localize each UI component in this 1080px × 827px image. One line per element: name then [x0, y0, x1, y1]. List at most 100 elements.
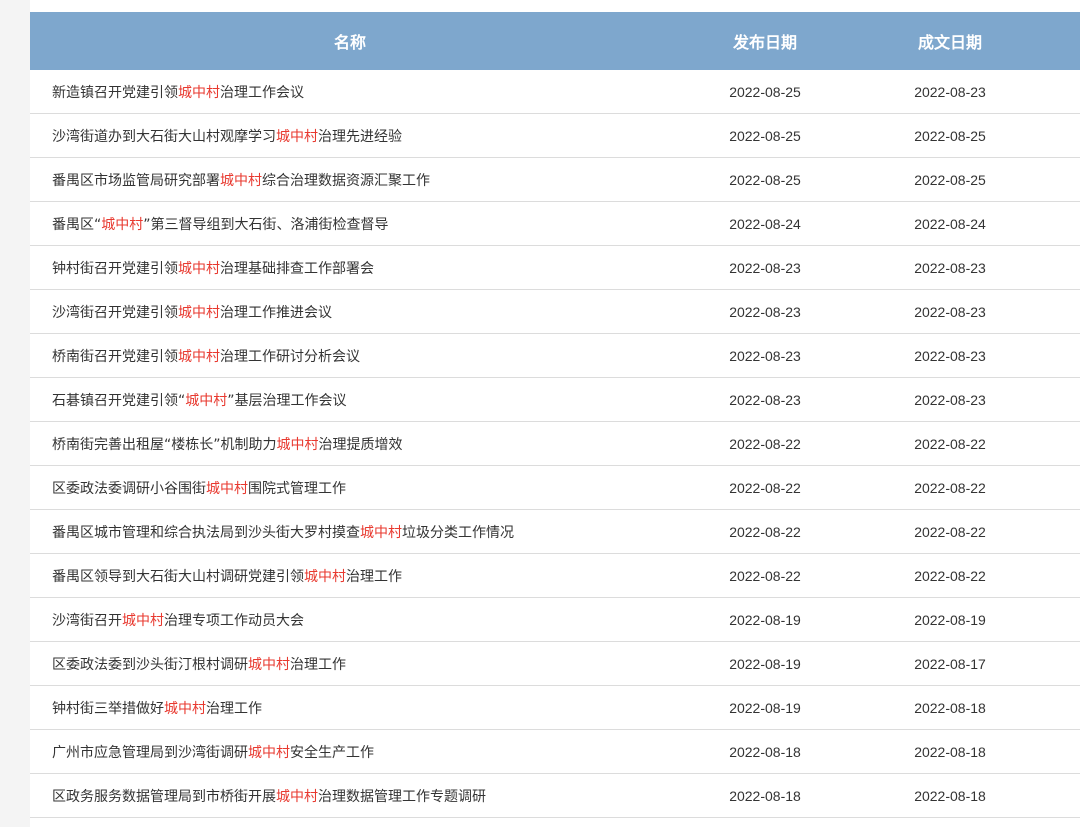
title-pre-text: 番禺区市场监管局研究部署	[52, 172, 220, 189]
row-written-date: 2022-08-25	[914, 171, 986, 188]
row-title: 桥南街完善出租屋“楼栋长”机制助力城中村治理提质增效	[30, 434, 670, 454]
title-post-text: 治理工作会议	[220, 84, 304, 101]
title-highlight: 城中村	[276, 128, 318, 145]
row-title: 番禺区领导到大石街大山村调研党建引领城中村治理工作	[30, 566, 670, 586]
row-written-date: 2022-08-18	[914, 743, 986, 760]
row-publish-date: 2022-08-23	[729, 259, 801, 276]
table-row: 钟村街三举措做好城中村治理工作 2022-08-19 2022-08-18	[30, 686, 1080, 730]
row-title-link[interactable]: 番禺区“城中村”第三督导组到大石街、洛浦街检查督导	[52, 217, 389, 233]
title-pre-text: 区政务服务数据管理局到市桥街开展	[52, 788, 276, 805]
title-pre-text: 广州市应急管理局到沙湾街调研	[52, 744, 248, 761]
table-row: 钟村街召开党建引领城中村治理基础排查工作部署会 2022-08-23 2022-08…	[30, 246, 1080, 290]
table-row: 沙湾街道办到大石街大山村观摩学习城中村治理先进经验 2022-08-25 2022-…	[30, 114, 1080, 158]
title-highlight: 城中村	[276, 436, 319, 453]
row-title-link[interactable]: 广州市应急管理局到沙湾街调研城中村安全生产工作	[52, 745, 374, 761]
row-written-date: 2022-08-22	[914, 435, 986, 452]
row-written-date: 2022-08-22	[914, 567, 986, 584]
title-post-text: 治理工作推进会议	[220, 304, 332, 321]
table-row: 番禺区领导到大石街大山村调研党建引领城中村治理工作 2022-08-22 2022-…	[30, 554, 1080, 598]
row-written-date: 2022-08-19	[914, 611, 986, 628]
title-post-text: 安全生产工作	[290, 744, 374, 761]
row-title-link[interactable]: 番禺区市场监管局研究部署城中村综合治理数据资源汇聚工作	[52, 173, 430, 189]
title-pre-text: 番禺区城市管理和综合执法局到沙头街大罗村摸查	[52, 524, 360, 541]
title-highlight: 城中村	[248, 656, 290, 673]
title-pre-text: 沙湾街召开党建引领	[52, 304, 178, 321]
row-written-date: 2022-08-25	[914, 127, 986, 144]
title-highlight: 城中村	[276, 788, 318, 805]
document-table: 名称 发布日期 成文日期 新造镇召开党建引领城中村治理工作会议 2022-08-2…	[30, 12, 1080, 818]
row-title-link[interactable]: 桥南街完善出租屋“楼栋长”机制助力城中村治理提质增效	[52, 437, 403, 453]
title-highlight: 城中村	[220, 172, 262, 189]
title-highlight: 城中村	[178, 348, 220, 365]
row-written-date: 2022-08-17	[914, 655, 986, 672]
title-pre-text: 桥南街召开党建引领	[52, 348, 178, 365]
row-title-link[interactable]: 钟村街三举措做好城中村治理工作	[52, 701, 262, 717]
row-written-date: 2022-08-18	[914, 699, 986, 716]
table-row: 番禺区“城中村”第三督导组到大石街、洛浦街检查督导 2022-08-24 2022-…	[30, 202, 1080, 246]
row-title-link[interactable]: 沙湾街道办到大石街大山村观摩学习城中村治理先进经验	[52, 129, 402, 145]
title-post-text: 综合治理数据资源汇聚工作	[262, 172, 430, 189]
row-publish-date: 2022-08-19	[729, 611, 801, 628]
row-written-date: 2022-08-23	[914, 259, 986, 276]
row-title: 沙湾街道办到大石街大山村观摩学习城中村治理先进经验	[30, 126, 670, 146]
row-title-link[interactable]: 钟村街召开党建引领城中村治理基础排查工作部署会	[52, 261, 374, 277]
header-publish-date: 发布日期	[732, 33, 797, 52]
row-title: 番禺区城市管理和综合执法局到沙头街大罗村摸查城中村垃圾分类工作情况	[30, 522, 670, 542]
table-row: 桥南街召开党建引领城中村治理工作研讨分析会议 2022-08-23 2022-08-…	[30, 334, 1080, 378]
row-title-link[interactable]: 番禺区领导到大石街大山村调研党建引领城中村治理工作	[52, 569, 402, 585]
row-publish-date: 2022-08-25	[729, 171, 801, 188]
table-row: 番禺区城市管理和综合执法局到沙头街大罗村摸查城中村垃圾分类工作情况 2022-08…	[30, 510, 1080, 554]
title-post-text: 治理基础排查工作部署会	[220, 260, 374, 277]
table-row: 区政务服务数据管理局到市桥街开展城中村治理数据管理工作专题调研 2022-08-1…	[30, 774, 1080, 818]
row-publish-date: 2022-08-25	[729, 127, 801, 144]
title-post-text: ”第三督导组到大石街、洛浦街检查督导	[143, 216, 389, 233]
row-written-date: 2022-08-22	[914, 523, 986, 540]
title-pre-text: 钟村街召开党建引领	[52, 260, 178, 277]
title-post-text: 治理数据管理工作专题调研	[318, 788, 486, 805]
row-publish-date: 2022-08-25	[729, 83, 801, 100]
title-highlight: 城中村	[101, 216, 144, 233]
title-post-text: 治理先进经验	[318, 128, 402, 145]
title-highlight: 城中村	[178, 260, 220, 277]
row-title-link[interactable]: 沙湾街召开城中村治理专项工作动员大会	[52, 613, 304, 629]
row-title: 钟村街三举措做好城中村治理工作	[30, 698, 670, 718]
row-title-link[interactable]: 新造镇召开党建引领城中村治理工作会议	[52, 85, 304, 101]
title-post-text: ”基层治理工作会议	[227, 392, 347, 409]
title-highlight: 城中村	[164, 700, 206, 717]
title-post-text: 治理专项工作动员大会	[164, 612, 304, 629]
row-publish-date: 2022-08-23	[729, 347, 801, 364]
title-post-text: 治理工作	[290, 656, 346, 673]
row-publish-date: 2022-08-18	[729, 787, 801, 804]
title-pre-text: 区委政法委调研小谷围街	[52, 480, 206, 497]
title-post-text: 治理工作	[346, 568, 402, 585]
row-written-date: 2022-08-23	[914, 83, 986, 100]
row-written-date: 2022-08-18	[914, 787, 986, 804]
row-title: 沙湾街召开城中村治理专项工作动员大会	[30, 610, 670, 630]
row-title: 沙湾街召开党建引领城中村治理工作推进会议	[30, 302, 670, 322]
row-publish-date: 2022-08-19	[729, 699, 801, 716]
row-written-date: 2022-08-22	[914, 479, 986, 496]
row-publish-date: 2022-08-22	[729, 479, 801, 496]
row-publish-date: 2022-08-19	[729, 655, 801, 672]
title-pre-text: 区委政法委到沙头街汀根村调研	[52, 656, 248, 673]
row-publish-date: 2022-08-18	[729, 743, 801, 760]
title-post-text: 治理工作研讨分析会议	[220, 348, 360, 365]
row-publish-date: 2022-08-23	[729, 303, 801, 320]
row-title-link[interactable]: 桥南街召开党建引领城中村治理工作研讨分析会议	[52, 349, 360, 365]
title-highlight: 城中村	[248, 744, 290, 761]
row-written-date: 2022-08-23	[914, 391, 986, 408]
row-title-link[interactable]: 区委政法委到沙头街汀根村调研城中村治理工作	[52, 657, 346, 673]
row-title-link[interactable]: 石碁镇召开党建引领“城中村”基层治理工作会议	[52, 393, 347, 409]
title-pre-text: 番禺区“	[52, 216, 102, 233]
title-pre-text: 石碁镇召开党建引领“	[52, 392, 186, 409]
title-post-text: 围院式管理工作	[248, 480, 346, 497]
title-post-text: 垃圾分类工作情况	[402, 524, 514, 541]
row-title-link[interactable]: 区政务服务数据管理局到市桥街开展城中村治理数据管理工作专题调研	[52, 789, 486, 805]
row-title-link[interactable]: 沙湾街召开党建引领城中村治理工作推进会议	[52, 305, 332, 321]
row-title-link[interactable]: 区委政法委调研小谷围街城中村围院式管理工作	[52, 481, 346, 497]
row-publish-date: 2022-08-22	[729, 567, 801, 584]
table-body: 新造镇召开党建引领城中村治理工作会议 2022-08-25 2022-08-23 沙湾…	[30, 70, 1080, 818]
row-title-link[interactable]: 番禺区城市管理和综合执法局到沙头街大罗村摸查城中村垃圾分类工作情况	[52, 525, 514, 541]
table-row: 番禺区市场监管局研究部署城中村综合治理数据资源汇聚工作 2022-08-25 202…	[30, 158, 1080, 202]
row-title: 番禺区市场监管局研究部署城中村综合治理数据资源汇聚工作	[30, 170, 670, 190]
